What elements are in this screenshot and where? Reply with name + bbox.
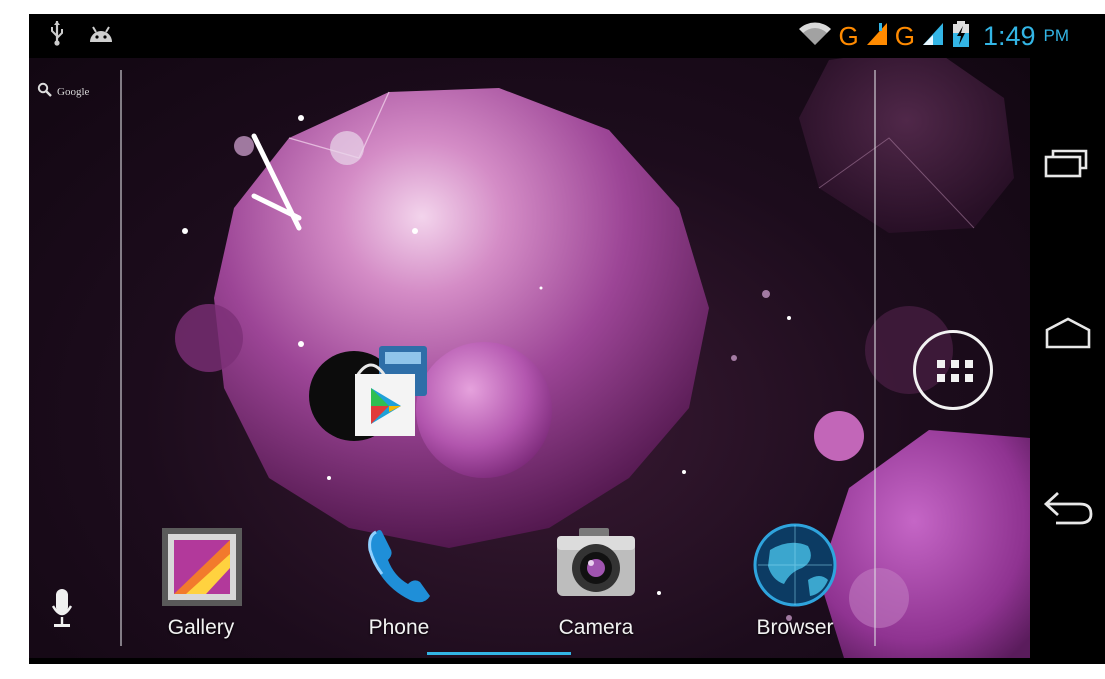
android-debug-icon	[87, 22, 115, 48]
status-ampm: PM	[1043, 26, 1070, 45]
browser-icon	[750, 520, 840, 610]
wifi-icon	[798, 21, 832, 51]
home-screen[interactable]: Google Gallery Phone Camera Browser	[29, 58, 1030, 658]
signal-sim1-icon	[865, 21, 889, 51]
battery-charging-icon	[951, 20, 971, 52]
phone-label: Phone	[368, 616, 430, 639]
right-page-edge	[874, 70, 876, 646]
all-apps-button[interactable]	[913, 330, 993, 410]
notification-icons	[49, 20, 115, 50]
mic-icon	[51, 589, 73, 634]
usb-icon	[49, 20, 65, 50]
dock-item-gallery[interactable]: Gallery	[141, 520, 261, 640]
home-icon	[1044, 317, 1092, 354]
device-screen: G G 1:49 PM Google Gallery Phone Camera …	[29, 14, 1105, 664]
voice-search-button[interactable]	[51, 588, 73, 634]
page-indicator	[427, 652, 571, 655]
recents-button[interactable]	[1044, 148, 1090, 182]
play-store-widget[interactable]	[309, 344, 449, 468]
google-search-bar[interactable]: Google	[37, 82, 89, 102]
recents-icon	[1044, 149, 1090, 182]
google-search-label: Google	[57, 86, 90, 98]
gallery-icon	[156, 520, 246, 610]
status-clock: 1:49	[982, 21, 1036, 51]
browser-label: Browser	[756, 616, 834, 639]
home-button[interactable]	[1044, 316, 1092, 354]
left-page-edge	[120, 70, 122, 646]
camera-label: Camera	[558, 616, 634, 639]
navigation-bar	[1030, 58, 1105, 664]
back-icon	[1042, 491, 1094, 530]
camera-icon	[551, 520, 641, 610]
signal-sim2-icon	[921, 21, 945, 51]
network-type-sim1: G	[838, 21, 859, 51]
analog-clock-widget[interactable]	[244, 128, 314, 238]
network-type-sim2: G	[894, 21, 915, 51]
dock-item-browser[interactable]: Browser	[735, 520, 855, 640]
back-button[interactable]	[1042, 490, 1094, 530]
status-bar[interactable]: G G 1:49 PM	[29, 14, 1105, 58]
system-icons: G G 1:49 PM	[798, 18, 1069, 54]
dock-item-phone[interactable]: Phone	[339, 520, 459, 640]
gallery-label: Gallery	[167, 616, 235, 639]
apps-grid-icon	[937, 360, 973, 382]
phone-icon	[354, 520, 444, 610]
dock-item-camera[interactable]: Camera	[536, 520, 656, 640]
search-icon	[37, 82, 53, 102]
